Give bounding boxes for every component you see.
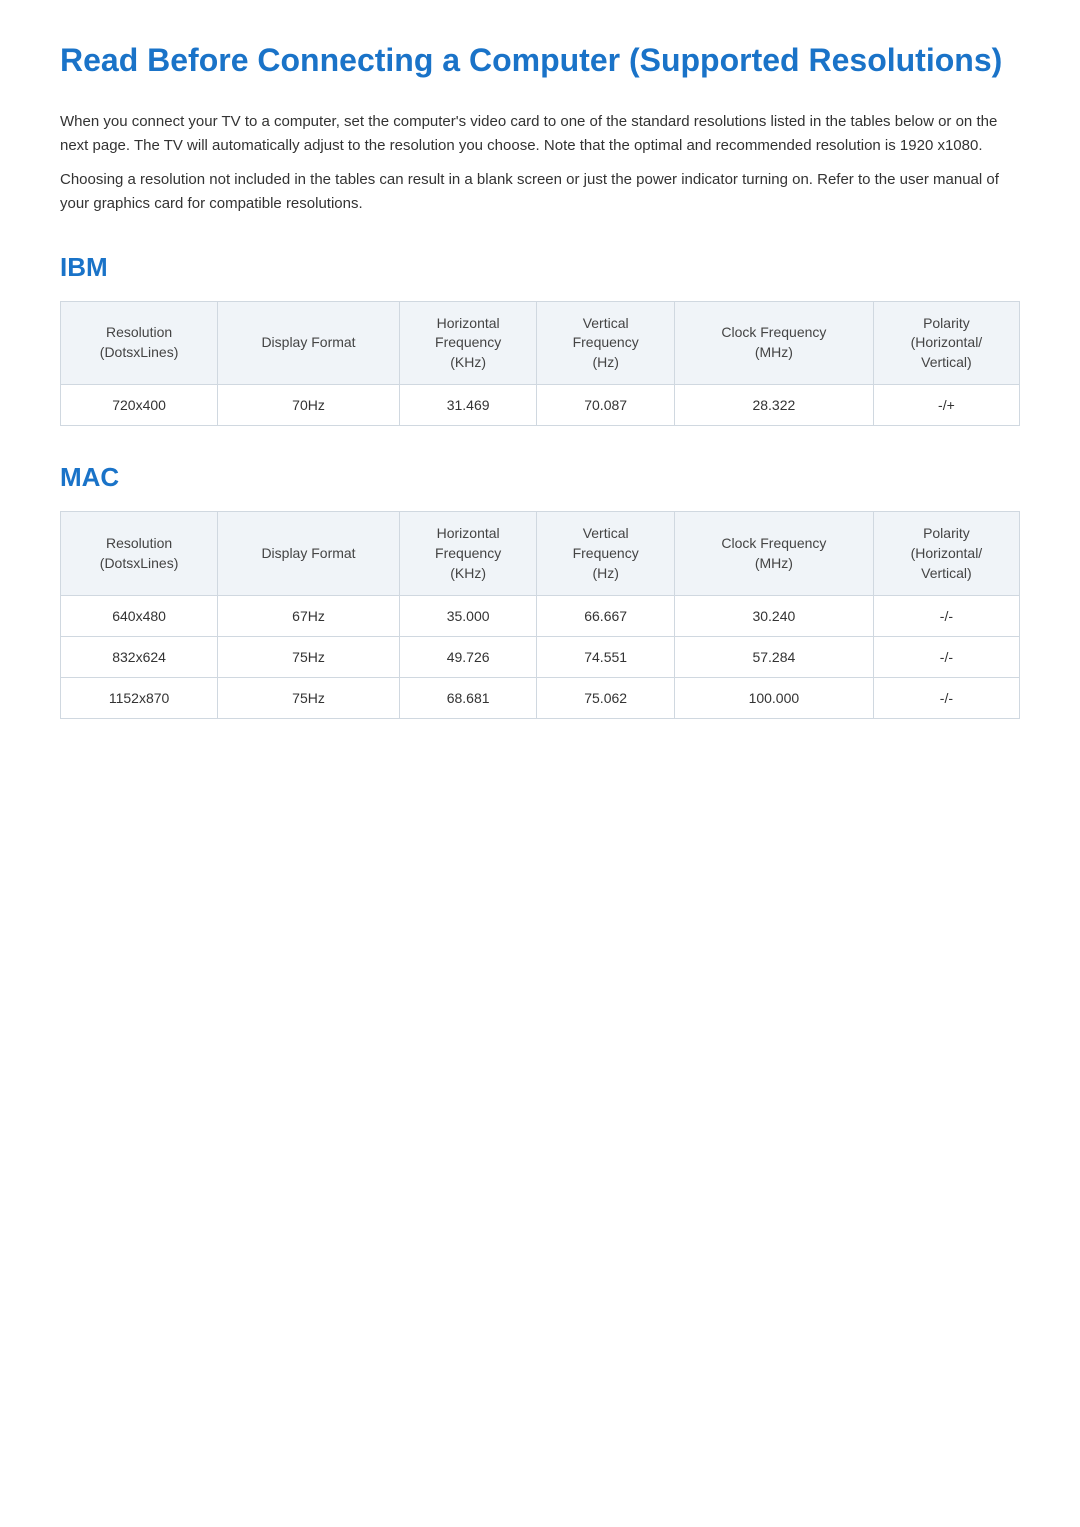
mac-table-header-row: Resolution(DotsxLines) Display Format Ho… bbox=[61, 512, 1020, 596]
intro-paragraph-1: When you connect your TV to a computer, … bbox=[60, 110, 1020, 158]
mac-row2-h-freq: 49.726 bbox=[399, 637, 537, 678]
ibm-row1-v-freq: 70.087 bbox=[537, 385, 675, 426]
mac-col-h-freq: HorizontalFrequency(KHz) bbox=[399, 512, 537, 596]
ibm-table: Resolution(DotsxLines) Display Format Ho… bbox=[60, 301, 1020, 427]
ibm-row1-h-freq: 31.469 bbox=[399, 385, 537, 426]
mac-row3-resolution: 1152x870 bbox=[61, 678, 218, 719]
ibm-col-polarity: Polarity(Horizontal/Vertical) bbox=[873, 301, 1019, 385]
ibm-row1-display-format: 70Hz bbox=[218, 385, 400, 426]
mac-row1-display-format: 67Hz bbox=[218, 596, 400, 637]
mac-row1-h-freq: 35.000 bbox=[399, 596, 537, 637]
mac-row1-polarity: -/- bbox=[873, 596, 1019, 637]
mac-row3-h-freq: 68.681 bbox=[399, 678, 537, 719]
page-title: Read Before Connecting a Computer (Suppo… bbox=[60, 40, 1020, 82]
mac-row3-display-format: 75Hz bbox=[218, 678, 400, 719]
ibm-table-row: 720x400 70Hz 31.469 70.087 28.322 -/+ bbox=[61, 385, 1020, 426]
mac-col-v-freq: VerticalFrequency(Hz) bbox=[537, 512, 675, 596]
mac-col-clock-freq: Clock Frequency(MHz) bbox=[674, 512, 873, 596]
mac-row2-resolution: 832x624 bbox=[61, 637, 218, 678]
mac-row3-v-freq: 75.062 bbox=[537, 678, 675, 719]
mac-row2-polarity: -/- bbox=[873, 637, 1019, 678]
mac-row3-polarity: -/- bbox=[873, 678, 1019, 719]
mac-table-row: 1152x870 75Hz 68.681 75.062 100.000 -/- bbox=[61, 678, 1020, 719]
ibm-row1-clock-freq: 28.322 bbox=[674, 385, 873, 426]
mac-row1-resolution: 640x480 bbox=[61, 596, 218, 637]
ibm-col-h-freq: HorizontalFrequency(KHz) bbox=[399, 301, 537, 385]
mac-table-row: 832x624 75Hz 49.726 74.551 57.284 -/- bbox=[61, 637, 1020, 678]
mac-row2-display-format: 75Hz bbox=[218, 637, 400, 678]
ibm-row1-resolution: 720x400 bbox=[61, 385, 218, 426]
ibm-col-clock-freq: Clock Frequency(MHz) bbox=[674, 301, 873, 385]
mac-row2-clock-freq: 57.284 bbox=[674, 637, 873, 678]
mac-col-display-format: Display Format bbox=[218, 512, 400, 596]
intro-paragraph-2: Choosing a resolution not included in th… bbox=[60, 168, 1020, 216]
mac-table-row: 640x480 67Hz 35.000 66.667 30.240 -/- bbox=[61, 596, 1020, 637]
ibm-row1-polarity: -/+ bbox=[873, 385, 1019, 426]
mac-col-resolution: Resolution(DotsxLines) bbox=[61, 512, 218, 596]
mac-section-title: MAC bbox=[60, 462, 1020, 493]
mac-table: Resolution(DotsxLines) Display Format Ho… bbox=[60, 511, 1020, 719]
mac-row1-v-freq: 66.667 bbox=[537, 596, 675, 637]
mac-col-polarity: Polarity(Horizontal/Vertical) bbox=[873, 512, 1019, 596]
ibm-section-title: IBM bbox=[60, 252, 1020, 283]
mac-row1-clock-freq: 30.240 bbox=[674, 596, 873, 637]
ibm-col-v-freq: VerticalFrequency(Hz) bbox=[537, 301, 675, 385]
ibm-col-display-format: Display Format bbox=[218, 301, 400, 385]
ibm-table-header-row: Resolution(DotsxLines) Display Format Ho… bbox=[61, 301, 1020, 385]
mac-row2-v-freq: 74.551 bbox=[537, 637, 675, 678]
ibm-col-resolution: Resolution(DotsxLines) bbox=[61, 301, 218, 385]
mac-row3-clock-freq: 100.000 bbox=[674, 678, 873, 719]
